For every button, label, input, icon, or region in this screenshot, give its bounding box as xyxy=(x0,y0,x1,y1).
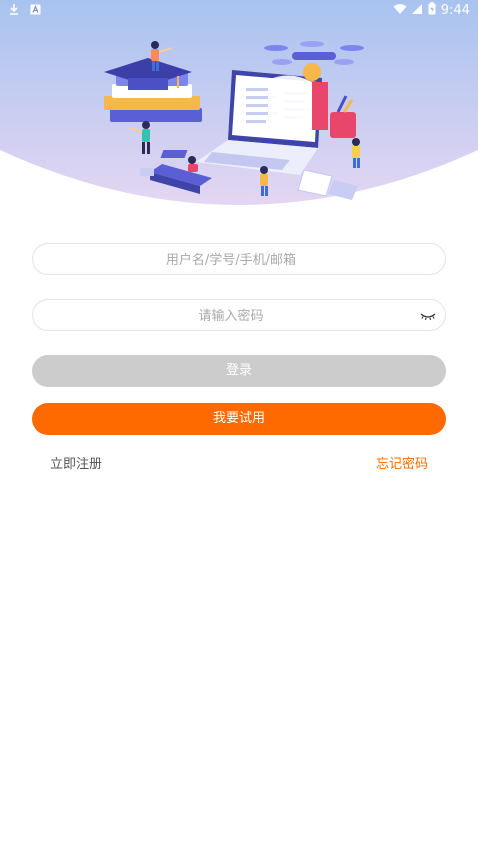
login-button[interactable]: 登录 xyxy=(32,355,446,387)
person-figure xyxy=(260,166,268,196)
status-time: 9:44 xyxy=(440,3,470,18)
wifi-icon xyxy=(393,3,407,19)
eye-closed-icon[interactable] xyxy=(419,308,437,322)
username-input[interactable] xyxy=(53,244,409,276)
download-icon xyxy=(8,3,20,19)
signal-icon xyxy=(411,3,423,19)
password-field[interactable] xyxy=(32,299,446,332)
forgot-password-link[interactable]: 忘记密码 xyxy=(376,453,428,472)
status-bar: 9:44 xyxy=(0,0,478,20)
hero-illustration xyxy=(0,0,478,210)
person-figure xyxy=(352,138,360,168)
trial-button[interactable]: 我要试用 xyxy=(32,403,446,435)
username-field[interactable] xyxy=(32,243,446,276)
register-link[interactable]: 立即注册 xyxy=(50,453,102,472)
password-input[interactable] xyxy=(53,300,409,332)
battery-icon xyxy=(428,2,436,19)
a-badge-icon xyxy=(30,4,41,19)
